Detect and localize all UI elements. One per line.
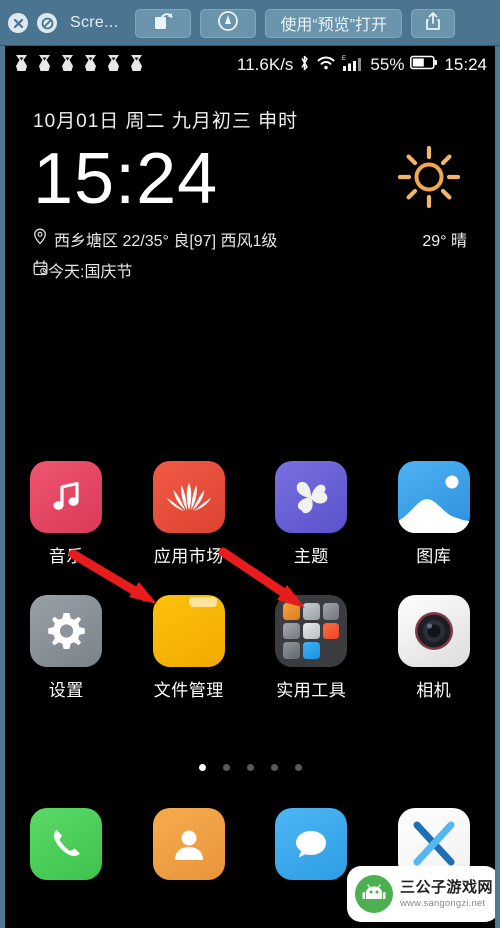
app-label: 实用工具 — [276, 681, 347, 700]
page-dot[interactable] — [222, 764, 230, 771]
gear-icon — [30, 595, 103, 667]
mini-icon — [302, 642, 320, 659]
page-dot[interactable] — [294, 764, 302, 771]
mini-icon — [283, 642, 300, 659]
app-settings[interactable]: 设置 — [14, 595, 118, 701]
widget-festival-text: 今天:国庆节 — [48, 264, 133, 281]
mini-icon — [302, 603, 320, 620]
rotate-button[interactable] — [135, 8, 192, 38]
phone-status-bar: 11.6K/s E 55% 15:24 — [5, 46, 495, 84]
status-right-group: 11.6K/s E 55% 15:24 — [237, 54, 487, 77]
signal-bars-icon: E — [342, 54, 364, 77]
notification-icon — [59, 54, 76, 77]
widget-weather-row: 西乡塘区 22/35° 良[97] 西风1级 29° 晴 — [33, 227, 467, 251]
app-label: 应用市场 — [153, 547, 224, 566]
app-tools-folder[interactable]: 实用工具 — [259, 595, 363, 701]
markup-pen-icon — [217, 10, 239, 37]
mini-icon — [322, 622, 340, 640]
app-folder-icon — [275, 595, 348, 667]
app-camera[interactable]: 相机 — [382, 595, 486, 701]
close-circle-icon[interactable] — [8, 13, 28, 33]
page-dot[interactable] — [270, 764, 278, 771]
app-row: 音乐 应用市场 主题 图库 — [5, 461, 495, 567]
watermark-text: 三公子游戏网 www.sangongzi.net — [400, 879, 493, 910]
notification-icon — [82, 54, 99, 77]
screenshot-root: Scre... 使用“预览”打开 11.6K/s E 55% 15:24 10月… — [0, 0, 500, 928]
dock-phone-button[interactable] — [30, 808, 103, 880]
app-filemanager[interactable]: 文件管理 — [137, 595, 241, 701]
watermark-site-name: 三公子游戏网 — [400, 878, 494, 896]
widget-date-line: 10月01日 周二 九月初三 申时 — [33, 111, 299, 132]
mini-icon — [283, 622, 300, 640]
app-theme[interactable]: 主题 — [259, 461, 363, 567]
bluetooth-icon — [299, 54, 310, 77]
open-with-preview-button[interactable]: 使用“预览”打开 — [265, 8, 403, 38]
status-time-label: 15:24 — [444, 55, 487, 74]
location-pin-icon — [33, 228, 47, 250]
app-label: 图库 — [416, 547, 452, 566]
folder-icon — [152, 595, 225, 667]
mini-icon — [322, 603, 340, 620]
network-speed-label: 11.6K/s — [237, 55, 294, 74]
share-button[interactable] — [411, 8, 456, 38]
clock-weather-widget[interactable]: 10月01日 周二 九月初三 申时 15:24 西乡塘区 22/35° 良[97… — [5, 106, 495, 282]
app-label: 音乐 — [48, 547, 84, 566]
notification-icon — [13, 54, 30, 77]
widget-clock: 15:24 — [33, 139, 219, 219]
phone-home-screen: 11.6K/s E 55% 15:24 10月01日 周二 九月初三 申时 15… — [5, 46, 495, 928]
huawei-flower-icon — [152, 461, 225, 533]
mini-icon — [323, 642, 340, 659]
widget-festival-row: 今天:国庆节 — [33, 258, 467, 282]
markup-button[interactable] — [200, 8, 257, 38]
music-note-icon — [30, 461, 103, 533]
widget-clock-row: 15:24 — [33, 137, 467, 221]
no-entry-circle-icon[interactable] — [37, 13, 57, 33]
app-label: 主题 — [293, 547, 329, 566]
mini-icon — [302, 622, 320, 640]
watermark: 三公子游戏网 www.sangongzi.net — [347, 866, 495, 922]
notification-icon — [36, 54, 53, 77]
window-edge-right — [495, 46, 500, 928]
android-robot-icon — [355, 875, 393, 913]
camera-lens-icon — [397, 595, 470, 667]
gallery-mountain-icon — [397, 461, 470, 533]
app-gallery[interactable]: 图库 — [382, 461, 486, 567]
watermark-url: www.sangongzi.net — [400, 897, 486, 909]
page-dot-active[interactable] — [198, 764, 206, 771]
sun-icon — [397, 145, 461, 214]
app-label: 相机 — [416, 681, 452, 700]
app-row: 设置 文件管理 实用工具 相机 — [5, 595, 495, 701]
theme-flower-icon — [275, 461, 348, 533]
calendar-icon — [33, 259, 48, 281]
app-label: 设置 — [48, 681, 84, 700]
battery-percent-label: 55% — [370, 55, 405, 74]
mini-icon — [283, 603, 300, 620]
rotate-icon — [152, 11, 174, 36]
wifi-icon — [316, 55, 336, 76]
page-indicator[interactable] — [5, 764, 495, 771]
notification-icon — [128, 54, 145, 77]
page-dot[interactable] — [246, 764, 254, 771]
widget-weather-text: 西乡塘区 22/35° 良[97] 西风1级 — [54, 233, 278, 250]
app-grid: 音乐 应用市场 主题 图库 设置 文件管理 实用工具 相机 — [5, 461, 495, 729]
notification-icons-group — [13, 54, 145, 77]
widget-weather-right: 29° 晴 — [422, 233, 467, 250]
dock-contacts-button[interactable] — [152, 808, 225, 880]
app-label: 文件管理 — [153, 681, 224, 700]
notification-icon — [105, 54, 122, 77]
svg-text:E: E — [342, 56, 346, 62]
quicklook-title: Scre... — [70, 14, 119, 31]
battery-icon — [410, 55, 438, 75]
app-music[interactable]: 音乐 — [14, 461, 118, 567]
dock-messages-button[interactable] — [275, 808, 348, 880]
app-appmarket[interactable]: 应用市场 — [137, 461, 241, 567]
share-icon — [424, 11, 442, 36]
quicklook-toolbar: Scre... 使用“预览”打开 — [0, 0, 500, 46]
folder-mini-grid — [280, 600, 342, 662]
